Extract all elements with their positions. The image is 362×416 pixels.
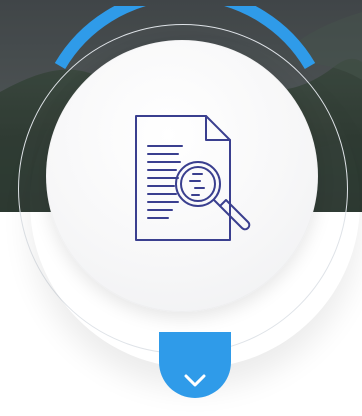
scroll-down-button[interactable] <box>159 332 231 398</box>
document-search-icon <box>135 115 251 241</box>
chevron-down-icon <box>184 374 206 387</box>
